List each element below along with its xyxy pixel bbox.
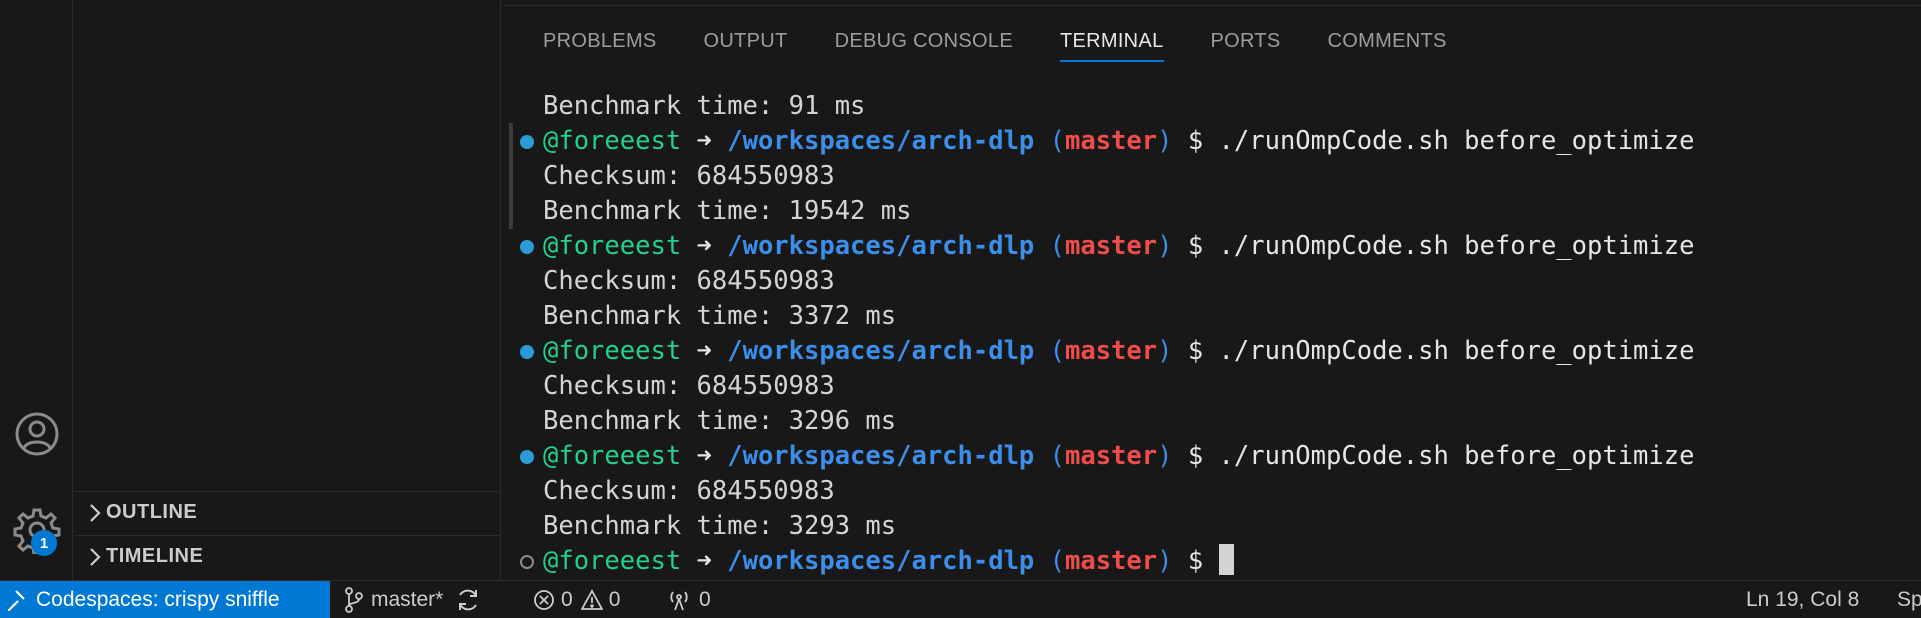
branch-label: master* xyxy=(371,587,444,611)
terminal-prompt-line: @foreeest ➜ /workspaces/arch-dlp (master… xyxy=(543,439,1694,474)
prompt-paren: ) xyxy=(1157,546,1173,576)
branch-status[interactable]: master* xyxy=(345,581,481,618)
terminal-prompt-line: @foreeest ➜ /workspaces/arch-dlp (master… xyxy=(543,544,1234,579)
panel-tabs: PROBLEMS OUTPUT DEBUG CONSOLE TERMINAL P… xyxy=(543,20,1494,64)
prompt-symbol: $ xyxy=(1172,126,1219,156)
prompt-paren: ) xyxy=(1157,336,1173,366)
remote-icon xyxy=(8,589,26,611)
prompt-path: /workspaces/arch-dlp xyxy=(727,441,1035,471)
account-icon[interactable] xyxy=(0,404,73,464)
command-decoration-icon[interactable] xyxy=(520,240,534,254)
prompt-arrow: ➜ xyxy=(681,546,728,576)
terminal-output-line: Checksum: 684550983 xyxy=(543,161,835,191)
panel-divider xyxy=(502,0,1921,6)
prompt-symbol: $ xyxy=(1172,231,1219,261)
terminal-output-line: Checksum: 684550983 xyxy=(543,371,835,401)
prompt-paren: ( xyxy=(1034,231,1065,261)
prompt-symbol: $ xyxy=(1172,336,1219,366)
prompt-command: ./runOmpCode.sh before_optimize xyxy=(1218,336,1695,366)
prompt-paren: ) xyxy=(1157,126,1173,156)
remote-label: Codespaces: crispy sniffle xyxy=(36,587,280,611)
indentation-status[interactable]: Sp xyxy=(1897,581,1921,618)
prompt-path: /workspaces/arch-dlp xyxy=(727,336,1035,366)
prompt-user: @foreeest xyxy=(543,441,682,471)
tab-output[interactable]: OUTPUT xyxy=(704,20,788,62)
warning-count: 0 xyxy=(608,587,621,611)
terminal-output-line: Benchmark time: 3296 ms xyxy=(543,406,897,436)
prompt-arrow: ➜ xyxy=(681,441,728,471)
section-title: OUTLINE xyxy=(106,501,198,523)
terminal-prompt-line: @foreeest ➜ /workspaces/arch-dlp (master… xyxy=(543,124,1694,159)
prompt-path: /workspaces/arch-dlp xyxy=(727,126,1035,156)
prompt-paren: ( xyxy=(1034,126,1065,156)
prompt-paren: ) xyxy=(1157,441,1173,471)
terminal-output-line: Benchmark time: 19542 ms xyxy=(543,196,912,226)
terminal-output-line: Benchmark time: 3372 ms xyxy=(543,301,897,331)
remote-indicator[interactable]: Codespaces: crispy sniffle xyxy=(0,581,330,618)
cursor-position[interactable]: Ln 19, Col 8 xyxy=(1746,581,1859,618)
terminal-output-line: Benchmark time: 3293 ms xyxy=(543,511,897,541)
command-decoration-icon[interactable] xyxy=(520,135,534,149)
prompt-paren: ( xyxy=(1034,336,1065,366)
activity-bar: 1 xyxy=(0,0,73,580)
prompt-paren: ( xyxy=(1034,441,1065,471)
ports-status[interactable]: 0 xyxy=(667,581,711,618)
error-icon xyxy=(533,589,555,611)
prompt-paren: ( xyxy=(1034,546,1065,576)
prompt-paren: ) xyxy=(1157,231,1173,261)
prompt-branch: master xyxy=(1065,546,1158,576)
terminal-prompt-line: @foreeest ➜ /workspaces/arch-dlp (master… xyxy=(543,229,1694,264)
section-title: TIMELINE xyxy=(106,545,204,567)
tab-comments[interactable]: COMMENTS xyxy=(1328,20,1447,62)
tab-ports[interactable]: PORTS xyxy=(1211,20,1281,62)
error-count: 0 xyxy=(561,587,573,611)
prompt-branch: master xyxy=(1065,336,1158,366)
tab-terminal[interactable]: TERMINAL xyxy=(1059,20,1164,62)
command-decoration-icon[interactable] xyxy=(520,345,534,359)
terminal-view[interactable]: Benchmark time: 91 ms @foreeest ➜ /worksp… xyxy=(502,87,1921,580)
prompt-arrow: ➜ xyxy=(681,336,728,366)
bottom-panel: PROBLEMS OUTPUT DEBUG CONSOLE TERMINAL P… xyxy=(502,0,1921,580)
prompt-branch: master xyxy=(1065,441,1158,471)
prompt-branch: master xyxy=(1065,126,1158,156)
terminal-scrollbar[interactable] xyxy=(509,123,513,229)
prompt-symbol: $ xyxy=(1172,441,1219,471)
prompt-symbol: $ xyxy=(1172,546,1219,576)
command-decoration-icon[interactable] xyxy=(520,555,534,569)
prompt-path: /workspaces/arch-dlp xyxy=(727,546,1035,576)
prompt-user: @foreeest xyxy=(543,546,682,576)
prompt-user: @foreeest xyxy=(543,336,682,366)
prompt-user: @foreeest xyxy=(543,231,682,261)
ports-count: 0 xyxy=(699,587,711,611)
prompt-user: @foreeest xyxy=(543,126,682,156)
broadcast-icon xyxy=(667,588,691,612)
status-bar: Codespaces: crispy sniffle master* 0 0 0… xyxy=(0,580,1921,618)
terminal-output-line: Checksum: 684550983 xyxy=(543,476,835,506)
timeline-section-header[interactable]: TIMELINE xyxy=(74,535,501,577)
prompt-command: ./runOmpCode.sh before_optimize xyxy=(1218,231,1695,261)
terminal-cursor xyxy=(1218,544,1234,575)
prompt-command: ./runOmpCode.sh before_optimize xyxy=(1218,126,1695,156)
warning-icon xyxy=(580,588,603,611)
command-decoration-icon[interactable] xyxy=(520,450,534,464)
terminal-output-line: Benchmark time: 91 ms xyxy=(543,91,866,121)
prompt-branch: master xyxy=(1065,231,1158,261)
terminal-prompt-line: @foreeest ➜ /workspaces/arch-dlp (master… xyxy=(543,334,1694,369)
sync-icon[interactable] xyxy=(455,587,481,613)
terminal-output-line: Checksum: 684550983 xyxy=(543,266,835,296)
tab-debug-console[interactable]: DEBUG CONSOLE xyxy=(835,20,1013,62)
prompt-arrow: ➜ xyxy=(681,126,728,156)
sidebar: OUTLINE TIMELINE xyxy=(74,0,501,580)
prompt-command: ./runOmpCode.sh before_optimize xyxy=(1218,441,1695,471)
git-branch-icon xyxy=(345,586,363,613)
settings-badge: 1 xyxy=(31,530,57,556)
tab-problems[interactable]: PROBLEMS xyxy=(543,20,657,62)
problems-status[interactable]: 0 0 xyxy=(533,581,620,618)
prompt-arrow: ➜ xyxy=(681,231,728,261)
outline-section-header[interactable]: OUTLINE xyxy=(74,491,501,533)
prompt-path: /workspaces/arch-dlp xyxy=(727,231,1035,261)
